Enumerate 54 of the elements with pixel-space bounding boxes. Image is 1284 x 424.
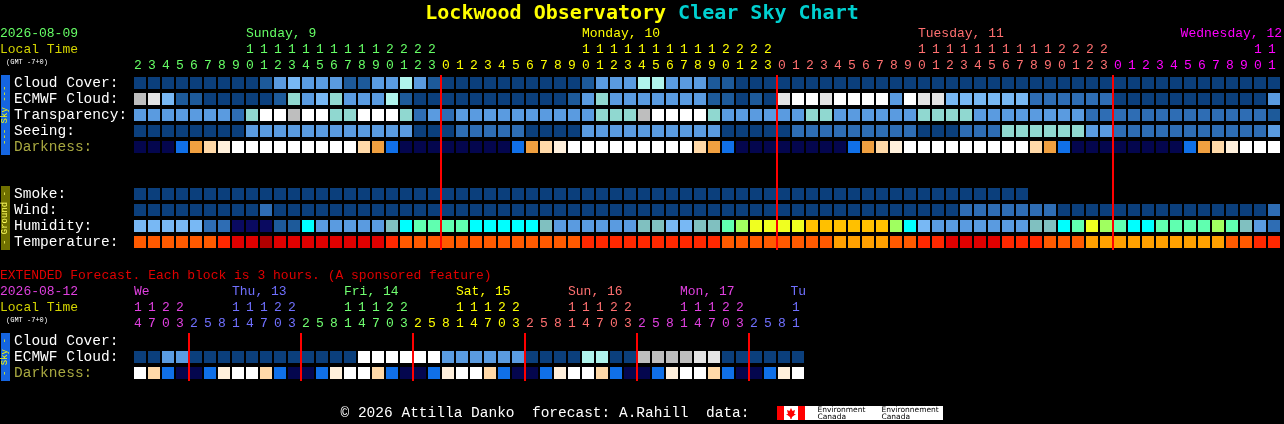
row-label: Seeing: [14, 123, 76, 139]
row-label: Darkness: [14, 139, 94, 155]
row-label: Darkness: [14, 365, 94, 381]
day-label: Sun, 16 [568, 284, 623, 300]
day-label: Thu, 13 [232, 284, 287, 300]
local-time-label: Local Time [0, 42, 78, 58]
chart-title: Clear Sky Chart [678, 0, 859, 24]
row-label: ECMWF Cloud: [14, 91, 120, 107]
hour-tens: 11122 [232, 300, 302, 316]
hour-tens: 11111111112222 [581, 42, 778, 58]
day-label: Wednesday, 12 [1180, 26, 1282, 42]
date-label: 2026-08-09 [0, 26, 78, 42]
day-label: Tu [790, 284, 806, 300]
hour-digits: 25814703 [302, 316, 414, 332]
hour-tens: 11122 [568, 300, 638, 316]
row-label: Cloud Cover: [14, 75, 120, 91]
row-label: ECMWF Cloud: [14, 349, 120, 365]
hour-digits: 25814703 [638, 316, 750, 332]
hour-tens: 11122 [344, 300, 414, 316]
day-label: Sat, 15 [456, 284, 511, 300]
hour-tens: 11111111112222 [917, 42, 1114, 58]
hour-digits: 2345678901234567890123 [134, 58, 443, 74]
day-label: Sunday, 9 [245, 26, 317, 42]
credit-text: © 2026 Attilla Danko forecast: A.Rahill data: [340, 405, 750, 421]
row-label: Wind: [14, 202, 59, 218]
hour-tens: 11122 [680, 300, 750, 316]
hour-digits: 25814703 [414, 316, 526, 332]
day-label: Mon, 17 [680, 284, 735, 300]
hour-digits: 012345678901 [1114, 58, 1282, 74]
hour-tens: 11 [1254, 42, 1282, 58]
hour-digits: 012345678901234567890123 [442, 58, 779, 74]
row-label: Transparency: [14, 107, 129, 123]
date-label: 2026-08-12 [0, 284, 78, 300]
maple-leaf-flag-icon [777, 406, 806, 420]
day-label: We [134, 284, 150, 300]
row-label: Cloud Cover: [14, 333, 120, 349]
row-label: Humidity: [14, 218, 94, 234]
hour-tens: 1122 [134, 300, 190, 316]
row-label: Smoke: [14, 186, 68, 202]
day-label: Monday, 10 [581, 26, 660, 42]
row-label: Temperature: [14, 234, 120, 250]
hour-digits: 25814703 [526, 316, 638, 332]
hour-tens: 1 [792, 300, 806, 316]
hour-digits: 4703 [134, 316, 190, 332]
day-label: Tuesday, 11 [917, 26, 1004, 42]
hour-digits: 2581 [750, 316, 806, 332]
hour-tens: 11111111112222 [245, 42, 442, 58]
day-label: Fri, 14 [344, 284, 399, 300]
hour-digits: 012345678901234567890123 [778, 58, 1115, 74]
site-title: Lockwood Observatory [425, 0, 667, 24]
local-time-label: Local Time [0, 300, 78, 316]
extended-heading: EXTENDED Forecast. Each block is 3 hours. (A sponsored feature) [0, 268, 492, 283]
hour-tens: 11122 [456, 300, 526, 316]
hour-digits: 25814703 [190, 316, 302, 332]
